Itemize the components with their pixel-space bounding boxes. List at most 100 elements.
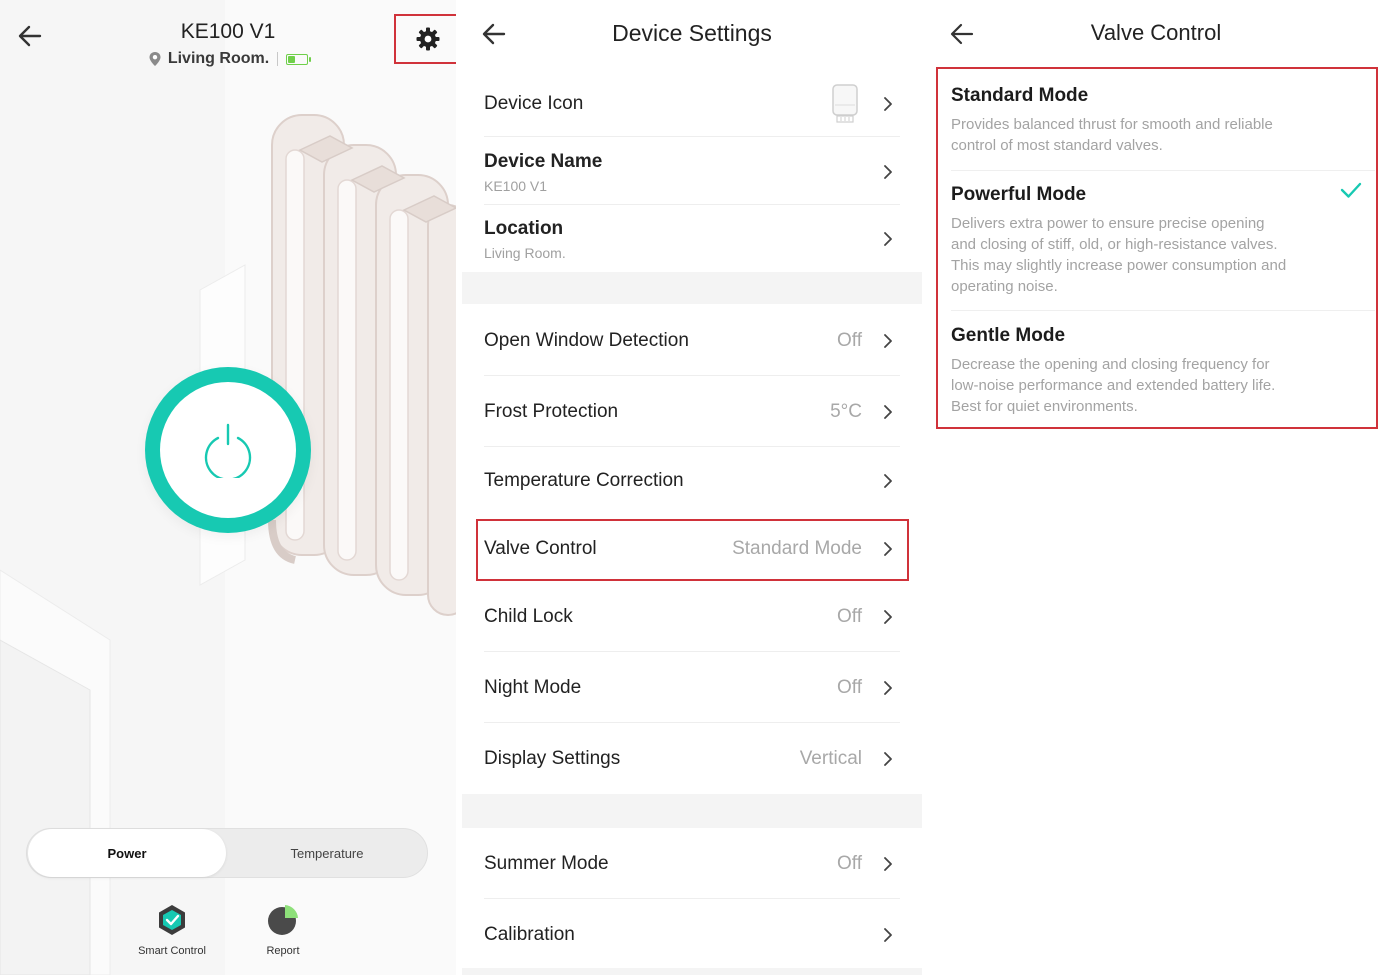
night-mode-row[interactable]: Night Mode Off	[484, 657, 900, 719]
row-sub-value: Living Room.	[484, 244, 566, 261]
mode-name: Powerful Mode	[951, 184, 1087, 205]
divider	[484, 204, 900, 205]
open-window-detection-row[interactable]: Open Window Detection Off	[484, 310, 900, 372]
valve-control-highlight	[476, 519, 909, 581]
row-value: Off	[837, 677, 862, 698]
report-label: Report	[266, 945, 300, 957]
mode-option-powerful[interactable]: Powerful Mode Delivers extra power to en…	[951, 184, 1351, 297]
smart-control-label: Smart Control	[138, 945, 206, 957]
chevron-right-icon	[884, 857, 892, 871]
page-title: Valve Control	[1090, 20, 1222, 45]
settings-button[interactable]	[394, 14, 456, 64]
row-text: Display Settings	[484, 748, 800, 770]
row-text: Open Window Detection	[484, 330, 837, 352]
chevron-right-icon	[884, 232, 892, 246]
frost-protection-row[interactable]: Frost Protection 5°C	[484, 381, 900, 443]
thermostat-valve-icon	[832, 84, 858, 123]
chevron-right-icon	[884, 610, 892, 624]
power-icon	[204, 423, 252, 478]
row-text: Child Lock	[484, 606, 837, 628]
device-location-text: Living Room.	[167, 50, 270, 67]
chevron-right-icon	[884, 165, 892, 179]
row-label: Display Settings	[484, 748, 621, 769]
row-value: Off	[837, 606, 862, 627]
row-text: Calibration	[484, 924, 862, 946]
mode-option-standard[interactable]: Standard Mode Provides balanced thrust f…	[951, 85, 1351, 156]
mode-description-line: low-noise performance and extended batte…	[951, 377, 1276, 394]
tab-temperature[interactable]: Temperature	[227, 829, 427, 877]
row-sub-value: KE100 V1	[484, 177, 548, 194]
gear-icon	[416, 27, 440, 51]
mode-description: Provides balanced thrust for smooth and …	[951, 114, 1351, 156]
section-gap	[462, 794, 922, 828]
report-button[interactable]: Report	[238, 903, 328, 957]
chevron-right-icon	[884, 681, 892, 695]
mode-description-line: control of most standard valves.	[951, 137, 1163, 154]
divider	[484, 722, 900, 723]
row-label: Open Window Detection	[484, 330, 689, 351]
row-text: Device Name KE100 V1	[484, 151, 880, 194]
row-text: Frost Protection	[484, 401, 830, 423]
smart-control-icon	[159, 905, 185, 935]
mode-name: Standard Mode	[951, 85, 1089, 106]
row-label: Device Icon	[484, 93, 584, 114]
row-text: Night Mode	[484, 677, 837, 699]
mode-description-line: Provides balanced thrust for smooth and …	[951, 116, 1273, 133]
row-text: Summer Mode	[484, 853, 837, 875]
location-row[interactable]: Location Living Room.	[484, 209, 900, 269]
power-button-inner	[160, 382, 296, 518]
summer-mode-row[interactable]: Summer Mode Off	[484, 833, 900, 895]
row-label: Child Lock	[484, 606, 573, 627]
chevron-right-icon	[884, 405, 892, 419]
divider	[484, 446, 900, 447]
divider	[484, 136, 900, 137]
child-lock-row[interactable]: Child Lock Off	[484, 586, 900, 648]
divider	[951, 170, 1375, 171]
mode-description: Decrease the opening and closing frequen…	[951, 354, 1351, 417]
mode-description-line: This may slightly increase power consump…	[951, 257, 1287, 274]
divider	[484, 375, 900, 376]
mode-name: Gentle Mode	[951, 325, 1066, 346]
device-home-panel: KE100 V1 Living Room. Power Temperature …	[0, 0, 456, 975]
row-text: Temperature Correction	[484, 470, 862, 492]
device-settings-panel: Device Settings Device Icon Device Name …	[462, 0, 922, 975]
chevron-right-icon	[884, 928, 892, 942]
mode-option-gentle[interactable]: Gentle Mode Decrease the opening and clo…	[951, 325, 1351, 417]
valve-modes-list: Standard Mode Provides balanced thrust f…	[936, 67, 1378, 429]
tab-power[interactable]: Power	[28, 829, 226, 877]
mode-description-line: operating noise.	[951, 278, 1058, 295]
row-value: Vertical	[799, 748, 862, 769]
row-value: Off	[837, 330, 862, 351]
device-location-row: Living Room.	[0, 50, 456, 68]
chevron-right-icon	[884, 97, 892, 111]
battery-icon	[286, 53, 312, 65]
divider	[951, 310, 1375, 311]
row-label: Temperature Correction	[484, 470, 684, 491]
mode-description-line: Decrease the opening and closing frequen…	[951, 356, 1270, 373]
smart-control-button[interactable]: Smart Control	[127, 903, 217, 957]
battery-fill	[288, 55, 296, 63]
temperature-correction-row[interactable]: Temperature Correction	[484, 450, 900, 512]
page-title: Device Settings	[612, 20, 772, 46]
valve-control-panel: Valve Control Standard Mode Provides bal…	[926, 0, 1382, 975]
row-text: Location Living Room.	[484, 218, 880, 261]
mode-description: Delivers extra power to ensure precise o…	[951, 213, 1351, 297]
device-icon-row[interactable]: Device Icon	[484, 78, 900, 130]
row-label: Night Mode	[484, 677, 582, 698]
mode-segment-control: Power Temperature	[26, 828, 428, 878]
display-settings-row[interactable]: Display Settings Vertical	[484, 728, 900, 790]
device-name-row[interactable]: Device Name KE100 V1	[484, 142, 900, 202]
section-gap	[462, 968, 922, 975]
divider	[484, 651, 900, 652]
row-label: Device Name	[484, 150, 603, 172]
power-button[interactable]	[145, 367, 311, 533]
mode-description-line: Delivers extra power to ensure precise o…	[951, 215, 1265, 232]
chevron-right-icon	[884, 752, 892, 766]
chevron-right-icon	[884, 334, 892, 348]
row-label: Frost Protection	[484, 401, 619, 422]
calibration-row[interactable]: Calibration	[484, 904, 900, 966]
location-pin-icon	[149, 52, 161, 66]
row-text: Device Icon	[484, 93, 830, 115]
divider	[484, 898, 900, 899]
row-value: 5°C	[830, 401, 862, 422]
